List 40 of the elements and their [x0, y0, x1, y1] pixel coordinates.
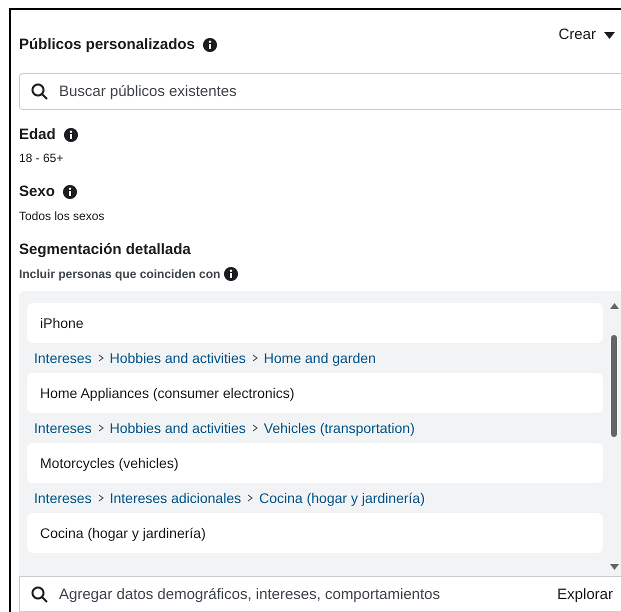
search-field[interactable]: Buscar públicos existentes	[19, 72, 621, 110]
field-value: 18 - 65+	[19, 150, 64, 167]
caret-icon	[604, 32, 615, 39]
info-icon[interactable]	[224, 267, 238, 281]
targeting-item[interactable]: iPhone	[27, 303, 603, 343]
chevron-icon	[247, 494, 254, 502]
scroll-down-icon[interactable]	[610, 564, 618, 570]
info-icon[interactable]	[62, 185, 77, 200]
targeting-item[interactable]: Home Appliances (consumer electronics)	[27, 373, 603, 413]
breadcrumb-link[interactable]: Intereses	[34, 418, 92, 438]
breadcrumb-link[interactable]: Intereses	[34, 488, 92, 508]
breadcrumb-link[interactable]: Intereses	[34, 348, 92, 368]
targeting-item[interactable]: Cocina (hogar y jardinería)	[27, 513, 603, 553]
explore-button[interactable]: Explorar	[557, 584, 613, 606]
search-icon	[31, 82, 48, 100]
breadcrumb-link[interactable]: Vehicles (transportation)	[264, 418, 415, 438]
breadcrumb-link[interactable]: Hobbies and activities	[110, 418, 246, 438]
create-button[interactable]: Crear	[558, 24, 615, 46]
scrollbar-thumb[interactable]	[611, 334, 617, 436]
breadcrumb-link[interactable]: Hobbies and activities	[110, 348, 246, 368]
field-value: Todos los sexos	[19, 208, 106, 224]
scroll-up-icon[interactable]	[610, 303, 618, 309]
search-icon	[31, 586, 48, 603]
subtitle: Incluir personas que coinciden con	[19, 266, 220, 283]
section-title: Segmentación detallada	[19, 240, 192, 260]
chevron-icon	[98, 494, 104, 502]
breadcrumb-link[interactable]: Cocina (hogar y jardinería)	[259, 488, 425, 508]
chevron-icon	[98, 424, 104, 432]
info-icon[interactable]	[64, 128, 78, 142]
chevron-icon	[252, 354, 258, 362]
section-title: Públicos personalizados	[19, 35, 195, 55]
chevron-icon	[252, 424, 258, 432]
field-label: Sexo	[19, 182, 55, 202]
breadcrumb-link[interactable]: Home and garden	[264, 348, 376, 368]
field-label: Edad	[19, 124, 56, 144]
targeting-item[interactable]: Motorcycles (vehicles)	[27, 443, 603, 483]
scrollbar[interactable]	[607, 303, 621, 570]
breadcrumb-link[interactable]: Intereses adicionales	[110, 488, 242, 508]
chevron-icon	[98, 354, 104, 362]
info-icon[interactable]	[202, 38, 217, 52]
